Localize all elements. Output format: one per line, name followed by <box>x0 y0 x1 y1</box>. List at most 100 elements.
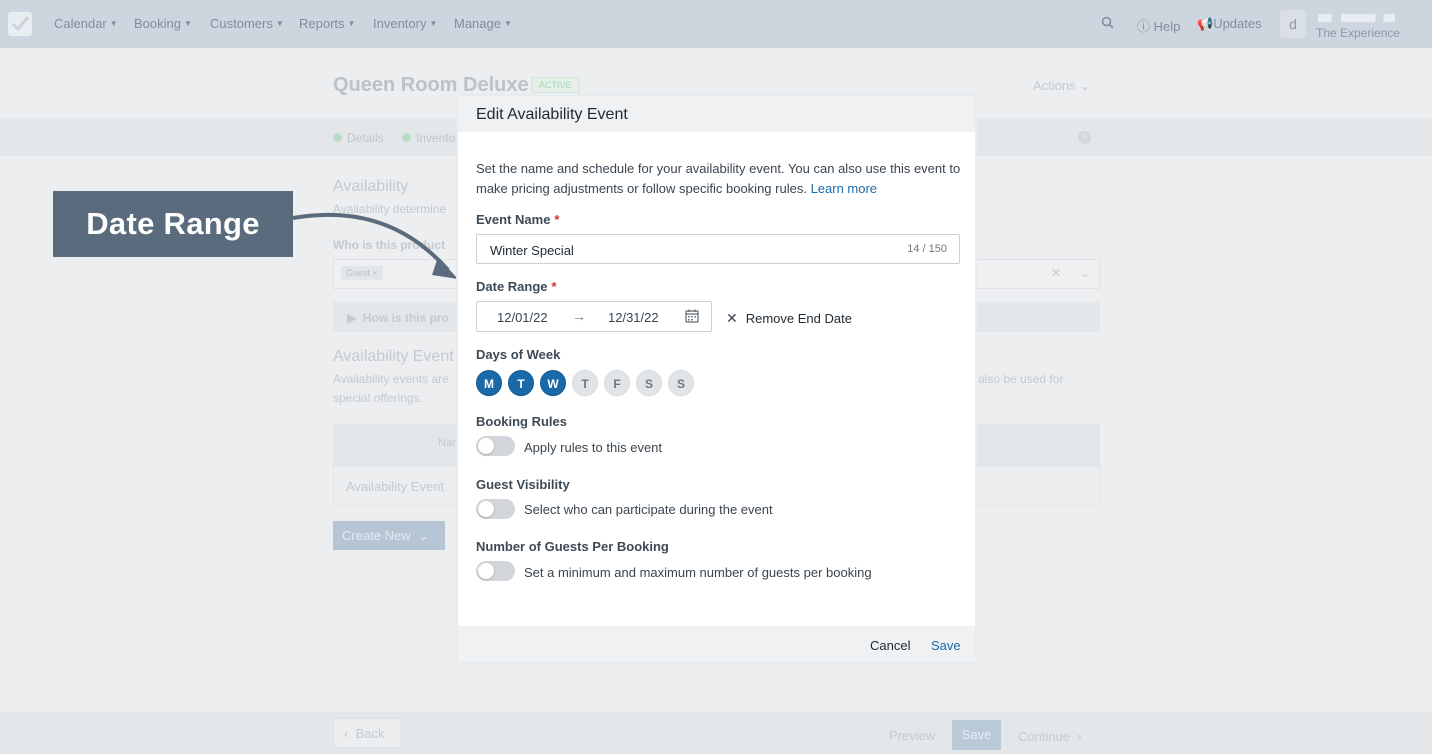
guest-visibility-toggle[interactable] <box>476 499 515 519</box>
availability-heading: Availability <box>333 178 409 195</box>
nav-manage[interactable]: Manage ▼ <box>454 16 512 31</box>
step-complete-icon <box>333 133 342 142</box>
modal-intro: Set the name and schedule for your avail… <box>476 159 966 199</box>
date-range-label-text: Date Range <box>476 279 548 294</box>
guests-per-booking-toggle-label: Set a minimum and maximum number of gues… <box>524 565 872 580</box>
booking-rules-toggle[interactable] <box>476 436 515 456</box>
caret-down-icon: ▼ <box>429 19 438 28</box>
nav-booking[interactable]: Booking ▼ <box>134 16 192 31</box>
nav-inventory-label: Inventory <box>373 16 427 31</box>
modal-header: Edit Availability Event <box>458 96 975 132</box>
step-label: Details <box>347 131 384 145</box>
arrow-right-icon: → <box>572 308 586 324</box>
actions-menu[interactable]: Actions ⌄ <box>1033 78 1090 94</box>
date-range-label: Date Range * <box>476 279 557 294</box>
guest-visibility-label: Guest Visibility <box>476 477 570 492</box>
nav-calendar[interactable]: Calendar ▼ <box>54 16 118 31</box>
required-marker: * <box>554 212 560 227</box>
step-inventory[interactable]: Inventory <box>402 131 456 145</box>
guests-per-booking-label: Number of Guests Per Booking <box>476 539 669 554</box>
caret-right-icon: ▶ <box>347 311 357 325</box>
clear-icon[interactable]: ✕ <box>1051 266 1061 280</box>
nav-manage-label: Manage <box>454 16 501 31</box>
table-row-name: Availability Event <box>346 479 445 494</box>
back-label: Back <box>355 726 385 741</box>
event-name-input[interactable]: Winter Special 14 / 150 <box>476 234 960 264</box>
day-wednesday[interactable]: W <box>540 370 566 396</box>
megaphone-icon: 📢 <box>1197 16 1214 31</box>
start-date-input[interactable]: 12/01/22 <box>497 310 548 325</box>
toggle-knob <box>478 563 494 579</box>
caret-down-icon: ▼ <box>347 19 356 28</box>
table-head-name: Nam <box>438 437 456 449</box>
account-name[interactable]: The Experience <box>1316 26 1400 40</box>
days-of-week-label: Days of Week <box>476 347 561 362</box>
create-new-label: Create New <box>342 528 411 543</box>
day-monday[interactable]: M <box>476 370 502 396</box>
events-description-right: also be used for <box>978 372 1064 386</box>
updates-link[interactable]: 📢Updates <box>1197 16 1262 32</box>
event-name-label: Event Name * <box>476 212 559 227</box>
chevron-down-icon[interactable]: ⌄ <box>1080 266 1090 280</box>
search-icon[interactable] <box>1101 16 1114 32</box>
step-label: Inventory <box>416 131 456 145</box>
end-date-input[interactable]: 12/31/22 <box>608 310 659 325</box>
guest-visibility-toggle-label: Select who can participate during the ev… <box>524 502 773 517</box>
character-counter: 14 / 150 <box>907 243 947 255</box>
step-complete-icon <box>402 133 411 142</box>
account-email-redacted <box>1318 14 1414 22</box>
day-sunday[interactable]: S <box>668 370 694 396</box>
help-label: Help <box>1153 19 1181 34</box>
cancel-button[interactable]: Cancel <box>870 638 910 653</box>
remove-end-date-button[interactable]: ✕ Remove End Date <box>726 310 852 327</box>
save-button[interactable]: Save <box>931 638 961 653</box>
help-question-icon[interactable]: ? <box>1078 131 1091 144</box>
create-new-button[interactable]: Create New ⌄ <box>333 521 445 550</box>
event-name-label-text: Event Name <box>476 212 551 227</box>
chevron-left-icon: ‹ <box>344 726 349 741</box>
guests-per-booking-toggle[interactable] <box>476 561 515 581</box>
avatar[interactable]: d <box>1280 10 1306 38</box>
events-description: Availability events are <box>333 372 449 386</box>
caret-down-icon: ▼ <box>503 19 512 28</box>
caret-down-icon: ▼ <box>183 19 192 28</box>
step-details[interactable]: Details <box>333 131 384 145</box>
date-range-callout: Date Range <box>53 191 293 257</box>
nav-reports[interactable]: Reports ▼ <box>299 16 355 31</box>
continue-label: Continue <box>1018 729 1071 744</box>
intro-text: Set the name and schedule for your avail… <box>476 161 961 196</box>
day-friday[interactable]: F <box>604 370 630 396</box>
calendar-icon[interactable] <box>685 309 699 323</box>
caret-down-icon: ▼ <box>275 19 284 28</box>
continue-button[interactable]: Continue › <box>1007 720 1101 750</box>
how-collapsible-label: ▶ How is this pro <box>347 311 457 325</box>
date-range-picker[interactable]: 12/01/22 → 12/31/22 <box>476 301 712 332</box>
chevron-down-icon: ⌄ <box>1079 78 1091 93</box>
caret-down-icon: ▼ <box>109 19 118 28</box>
day-saturday[interactable]: S <box>636 370 662 396</box>
toggle-knob <box>478 438 494 454</box>
status-badge: ACTIVE <box>531 77 580 93</box>
back-button[interactable]: ‹ Back <box>333 718 401 748</box>
page-save-button[interactable]: Save <box>952 720 1001 750</box>
edit-availability-modal: Edit Availability Event Set the name and… <box>456 94 977 664</box>
preview-button[interactable]: Preview <box>889 728 935 743</box>
day-tuesday[interactable]: T <box>508 370 534 396</box>
modal-title: Edit Availability Event <box>476 106 628 123</box>
nav-inventory[interactable]: Inventory ▼ <box>373 16 437 31</box>
day-thursday[interactable]: T <box>572 370 598 396</box>
help-link[interactable]: ⓘ Help <box>1137 16 1180 35</box>
toggle-knob <box>478 501 494 517</box>
required-marker: * <box>551 279 557 294</box>
top-nav: Calendar ▼ Booking ▼ Customers ▼ Reports ▼ I… <box>0 0 1432 48</box>
updates-label: Updates <box>1213 16 1262 31</box>
nav-customers[interactable]: Customers ▼ <box>210 16 284 31</box>
events-heading: Availability Event <box>333 348 454 365</box>
learn-more-link[interactable]: Learn more <box>811 181 877 196</box>
actions-label: Actions <box>1033 78 1076 93</box>
nav-reports-label: Reports <box>299 16 345 31</box>
page-footer <box>0 712 1432 754</box>
chevron-down-icon: ⌄ <box>417 528 429 543</box>
nav-calendar-label: Calendar <box>54 16 107 31</box>
app-logo-icon[interactable] <box>8 12 32 36</box>
